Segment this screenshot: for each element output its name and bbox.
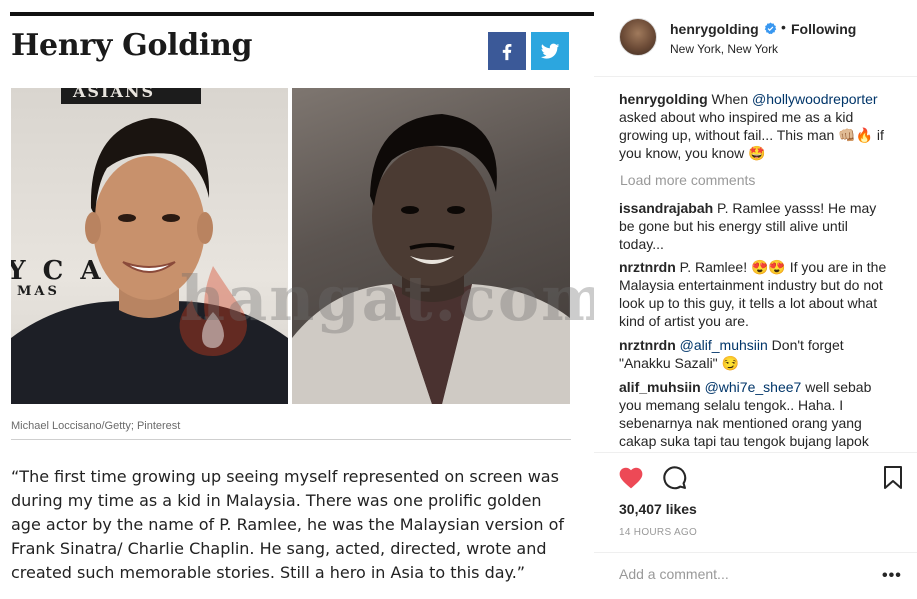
caption-text-before: When xyxy=(707,91,753,107)
post-header: henrygolding • Following New York, New Y… xyxy=(594,0,917,77)
avatar[interactable] xyxy=(619,18,657,56)
caption-mention[interactable]: @hollywoodreporter xyxy=(752,91,878,107)
watermark-text: hangat.com xyxy=(180,262,594,335)
post-details-panel: henrygolding • Following New York, New Y… xyxy=(594,0,917,597)
twitter-share-button xyxy=(531,32,569,70)
comment-item: nrztnrdn P. Ramlee! 😍😍 If you are in the… xyxy=(619,258,894,330)
username-link[interactable]: henrygolding xyxy=(670,21,759,37)
twitter-icon xyxy=(540,43,560,59)
article-quote: “The first time growing up seeing myself… xyxy=(11,467,565,582)
comment-username[interactable]: issandrajabah xyxy=(619,200,713,216)
post-caption: henrygolding When @hollywoodreporter ask… xyxy=(619,90,894,162)
add-comment-input[interactable]: Add a comment... xyxy=(619,566,729,582)
post-timestamp[interactable]: 14 HOURS AGO xyxy=(619,527,697,538)
comment-item: alif_muhsiin @whi7e_shee7 well sebab you… xyxy=(619,378,894,450)
p-ramlee-photo xyxy=(292,88,570,404)
comment-username[interactable]: nrztnrdn xyxy=(619,337,676,353)
comment-mention[interactable]: @alif_muhsiin xyxy=(680,337,768,353)
article-top-rule xyxy=(10,12,594,16)
comment-mention[interactable]: @whi7e_shee7 xyxy=(705,379,802,395)
location-link[interactable]: New York, New York xyxy=(670,42,778,56)
caption-text-after: asked about who inspired me as a kid gro… xyxy=(619,109,884,161)
caption-username[interactable]: henrygolding xyxy=(619,91,708,107)
more-options-button[interactable]: ••• xyxy=(882,567,902,585)
heart-icon[interactable] xyxy=(618,465,644,489)
bookmark-icon[interactable] xyxy=(883,465,903,490)
caption-divider xyxy=(11,439,571,440)
facebook-icon xyxy=(502,43,512,61)
following-button[interactable]: Following xyxy=(791,21,856,37)
load-more-comments-button[interactable]: Load more comments xyxy=(620,171,755,189)
likes-count[interactable]: 30,407 likes xyxy=(619,501,697,517)
comment-username[interactable]: nrztnrdn xyxy=(619,259,676,275)
comment-bubble-icon[interactable] xyxy=(662,465,687,490)
post-image[interactable]: Henry Golding ASIANS Y C A MAS hangat.co… xyxy=(0,0,594,597)
comment-item: nrztnrdn @alif_muhsiin Don't forget "Ana… xyxy=(619,336,894,372)
separator-dot: • xyxy=(781,19,786,35)
verified-badge-icon xyxy=(764,22,777,35)
comment-username[interactable]: alif_muhsiin xyxy=(619,379,701,395)
add-comment-row: Add a comment... ••• xyxy=(594,552,917,599)
comment-item: issandrajabah P. Ramlee yasss! He may be… xyxy=(619,199,894,253)
photo-caption: Michael Loccisano/Getty; Pinterest xyxy=(11,420,181,432)
post-actions: 30,407 likes 14 HOURS AGO Add a comment.… xyxy=(594,452,917,598)
article-title: Henry Golding xyxy=(11,28,253,63)
facebook-share-button xyxy=(488,32,526,70)
